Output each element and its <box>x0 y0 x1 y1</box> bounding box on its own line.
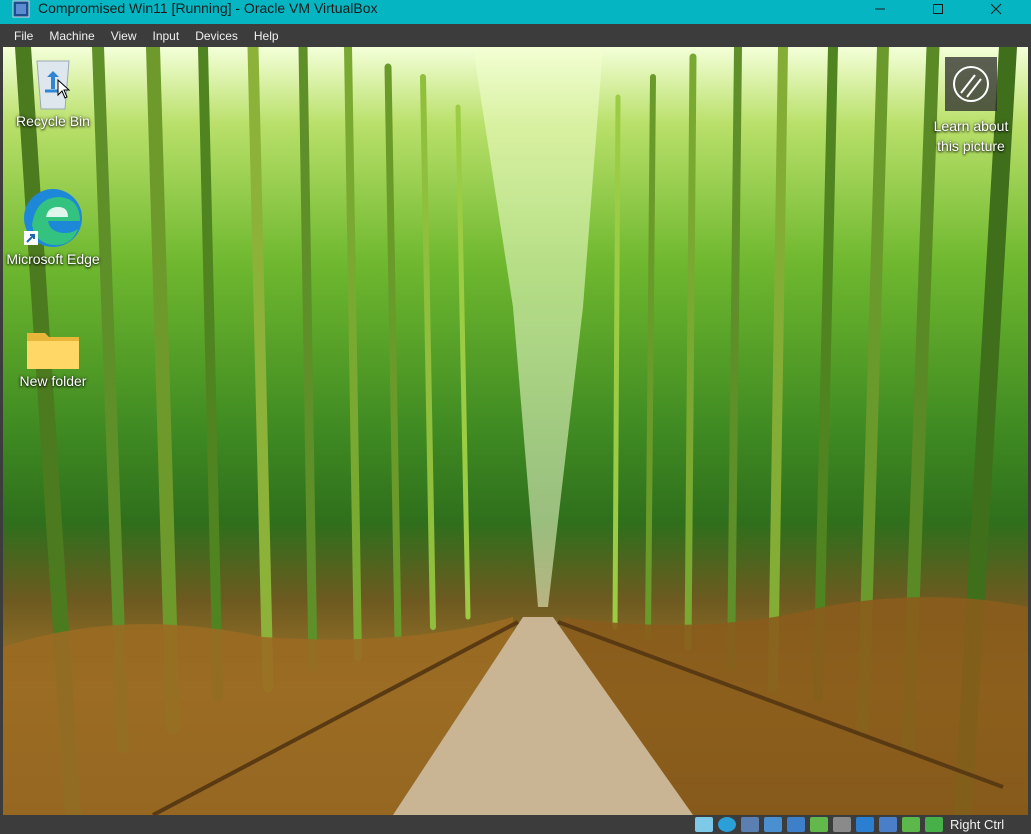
minimize-button[interactable] <box>857 0 903 18</box>
menu-file[interactable]: File <box>6 25 41 46</box>
microsoft-edge-label: Microsoft Edge <box>6 251 100 267</box>
minimize-icon <box>875 8 885 10</box>
edge-icon <box>24 189 82 247</box>
desktop-icon-microsoft-edge[interactable]: Microsoft Edge <box>5 187 101 269</box>
folder-icon <box>27 333 79 369</box>
learn-about-line1: Learn about <box>933 118 1009 134</box>
keyboard-icon[interactable] <box>925 817 943 832</box>
status-indicators: Right Ctrl <box>695 817 1004 832</box>
recycle-bin-label: Recycle Bin <box>16 113 90 129</box>
video-capture-icon[interactable] <box>856 817 874 832</box>
close-button[interactable] <box>973 0 1019 18</box>
desktop-icon-recycle-bin[interactable]: Recycle Bin <box>5 55 101 131</box>
close-icon <box>990 3 1002 15</box>
new-folder-label: New folder <box>19 373 87 389</box>
desktop-icon-new-folder[interactable]: New folder <box>5 327 101 391</box>
vm-status-bar: Right Ctrl <box>0 815 1031 834</box>
camera-lens-icon <box>945 57 997 111</box>
maximize-icon <box>933 4 943 14</box>
cpu-icon[interactable] <box>902 817 920 832</box>
display-icon[interactable] <box>833 817 851 832</box>
mouse-cursor-icon <box>57 79 71 99</box>
menu-help[interactable]: Help <box>246 25 287 46</box>
maximize-button[interactable] <box>915 0 961 18</box>
host-key-label: Right Ctrl <box>950 817 1005 832</box>
virtualbox-app-icon <box>12 0 30 18</box>
menu-machine[interactable]: Machine <box>41 25 102 46</box>
network-icon[interactable] <box>764 817 782 832</box>
menu-bar: File Machine View Input Devices Help <box>0 24 1031 47</box>
optical-drive-icon[interactable] <box>718 817 736 832</box>
menu-devices[interactable]: Devices <box>187 25 246 46</box>
guest-desktop[interactable]: Recycle Bin Microsoft Edge New folder Le… <box>3 47 1028 815</box>
wallpaper-bamboo-forest <box>3 47 1028 815</box>
mouse-integration-icon[interactable] <box>879 817 897 832</box>
window-title: Compromised Win11 [Running] - Oracle VM … <box>38 0 378 16</box>
menu-input[interactable]: Input <box>145 25 188 46</box>
window-titlebar[interactable]: Compromised Win11 [Running] - Oracle VM … <box>0 0 1031 24</box>
usb-icon[interactable] <box>787 817 805 832</box>
learn-about-line2: this picture <box>937 138 1005 154</box>
audio-icon[interactable] <box>741 817 759 832</box>
hard-disk-icon[interactable] <box>695 817 713 832</box>
shared-folders-icon[interactable] <box>810 817 828 832</box>
learn-about-this-picture[interactable]: Learn about this picture <box>916 57 1026 156</box>
menu-view[interactable]: View <box>103 25 145 46</box>
